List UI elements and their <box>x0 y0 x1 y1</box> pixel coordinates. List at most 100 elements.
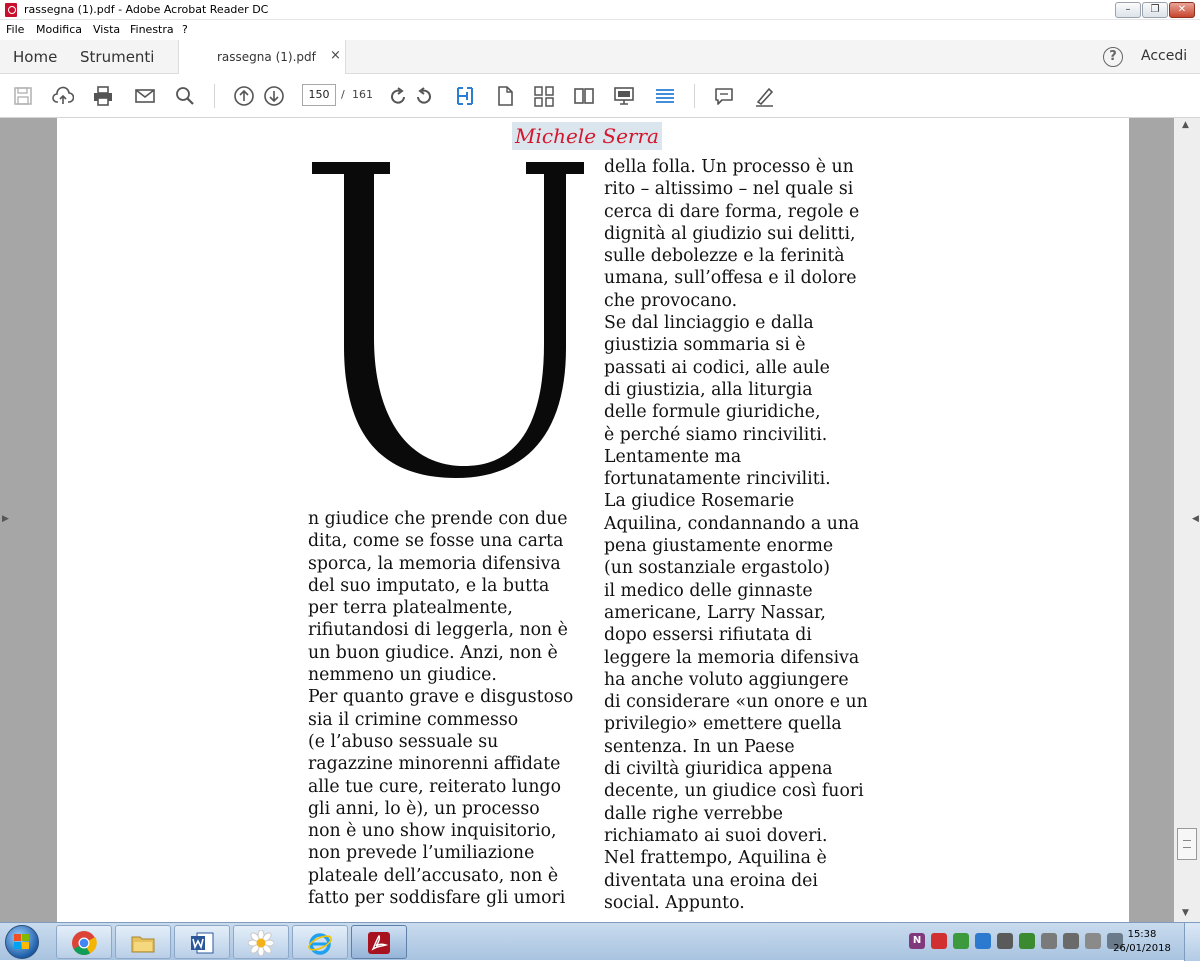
taskbar-internet-explorer[interactable] <box>292 925 348 959</box>
article-line-right: Aquilina, condannando a una <box>604 513 860 534</box>
taskbar-explorer[interactable] <box>115 925 171 959</box>
tab-tools[interactable]: Strumenti <box>80 48 154 66</box>
explorer-folder-icon <box>131 936 155 953</box>
system-clock[interactable]: 15:38 26/01/2018 <box>1112 928 1172 956</box>
menu-modifica[interactable]: Modifica <box>36 23 82 36</box>
comment-icon[interactable] <box>713 85 735 107</box>
network-tray-icon[interactable] <box>953 933 969 949</box>
menu-finestra[interactable]: Finestra <box>130 23 174 36</box>
pdf-page: Michele Serra n giudice che prende con d… <box>57 118 1129 922</box>
menu-vista[interactable]: Vista <box>93 23 120 36</box>
article-line-right: fortunatamente rinciviliti. <box>604 469 831 490</box>
article-line-right: La giudice Rosemarie <box>604 491 795 512</box>
vertical-scrollbar[interactable]: ▲ ◀ ▼ <box>1174 118 1200 922</box>
chrome-icon <box>72 931 97 956</box>
document-area[interactable]: ▶ Michele Serra n giudice che prende con… <box>0 118 1200 922</box>
article-line-left: non prevede l’umiliazione <box>308 843 535 864</box>
article-line-right: di civiltà giuridica appena <box>604 759 833 780</box>
rotate-clockwise-icon[interactable] <box>387 85 409 107</box>
article-line-right: delle formule giuridiche, <box>604 402 821 423</box>
taskbar-daisy-app[interactable] <box>233 925 289 959</box>
security-tray-icon[interactable] <box>975 933 991 949</box>
word-icon <box>191 932 214 954</box>
scrollbar-thumb[interactable] <box>1177 828 1197 860</box>
article-line-right: americane, Larry Nassar, <box>604 602 826 623</box>
article-line-right: il medico delle ginnaste <box>604 580 813 601</box>
presentation-icon[interactable] <box>613 85 635 107</box>
page-down-icon[interactable] <box>263 85 285 107</box>
article-line-left: fatto per soddisfare gli umori <box>308 888 566 909</box>
maximize-button[interactable]: ❐ <box>1142 2 1168 18</box>
help-button[interactable]: ? <box>1103 47 1123 67</box>
menu-file[interactable]: File <box>6 23 24 36</box>
page-number-input[interactable]: 150 <box>302 84 336 106</box>
taskbar-acrobat[interactable] <box>351 925 407 959</box>
scroll-up-icon[interactable]: ▲ <box>1182 120 1189 130</box>
left-panel-toggle-icon[interactable]: ▶ <box>2 514 9 524</box>
acrobat-app-icon <box>5 3 17 17</box>
select-tool-icon[interactable] <box>454 85 476 107</box>
right-panel-toggle-icon[interactable]: ◀ <box>1192 514 1199 524</box>
article-line-left: dita, come se fosse una carta <box>308 531 564 552</box>
acrobat-tray-icon[interactable] <box>931 933 947 949</box>
sign-in-button[interactable]: Accedi <box>1141 48 1187 64</box>
article-line-left: per terra platealmente, <box>308 598 513 619</box>
article-line-left: alle tue cure, reiterato lungo <box>308 776 561 797</box>
tab-close-button[interactable]: × <box>330 48 341 63</box>
status-tray-icon[interactable] <box>1019 933 1035 949</box>
article-line-right: pena giustamente enorme <box>604 536 834 557</box>
scroll-mode-icon[interactable] <box>654 85 676 107</box>
two-page-view-icon[interactable] <box>573 85 595 107</box>
flag-tray-icon[interactable] <box>1085 933 1101 949</box>
search-icon[interactable] <box>174 85 196 107</box>
tab-document[interactable]: rassegna (1).pdf × <box>178 40 346 74</box>
save-icon[interactable] <box>12 85 34 107</box>
tab-home[interactable]: Home <box>13 48 57 66</box>
article-line-right: dignità al giudizio sui delitti, <box>604 223 856 244</box>
internet-explorer-icon <box>308 933 332 955</box>
taskbar-chrome[interactable] <box>56 925 112 959</box>
tab-bar: Home Strumenti rassegna (1).pdf × ? Acce… <box>0 40 1200 74</box>
article-line-left: sporca, la memoria difensiva <box>308 553 561 574</box>
drop-cap <box>312 148 584 478</box>
start-button[interactable] <box>2 924 42 960</box>
volume-tray-icon[interactable] <box>1041 933 1057 949</box>
article-line-right: Se dal linciaggio e dalla <box>604 313 814 334</box>
article-line-right: Lentamente ma <box>604 446 742 467</box>
total-pages: 161 <box>352 88 373 101</box>
upload-cloud-icon[interactable] <box>52 85 75 107</box>
sign-icon[interactable] <box>753 85 775 107</box>
taskbar-word[interactable] <box>174 925 230 959</box>
print-icon[interactable] <box>92 85 114 107</box>
app-tray-icon[interactable] <box>997 933 1013 949</box>
article-line-right: Nel frattempo, Aquilina è <box>604 848 827 869</box>
article-line-right: umana, sull’offesa e il dolore <box>604 268 857 289</box>
article-line-right: passati ai codici, alle aule <box>604 357 830 378</box>
scroll-down-icon[interactable]: ▼ <box>1182 908 1189 918</box>
article-line-right: sentenza. In un Paese <box>604 736 795 757</box>
article-line-left: Per quanto grave e disgustoso <box>308 687 574 708</box>
rotate-counterclockwise-icon[interactable] <box>413 85 435 107</box>
article-line-right: è perché siamo rinciviliti. <box>604 424 828 445</box>
mail-icon[interactable] <box>134 85 156 107</box>
two-page-scroll-icon[interactable] <box>533 85 555 107</box>
article-line-right: ha anche voluto aggiungere <box>604 669 849 690</box>
clock-date: 26/01/2018 <box>1113 943 1171 954</box>
menu-help[interactable]: ? <box>182 23 188 36</box>
signal-tray-icon[interactable] <box>1063 933 1079 949</box>
toolbar-separator <box>694 84 695 108</box>
page-up-icon[interactable] <box>233 85 255 107</box>
article-line-right: sulle debolezze e la ferinità <box>604 246 845 267</box>
show-desktop-button[interactable] <box>1184 923 1200 961</box>
page-separator: / <box>341 88 345 101</box>
minimize-button[interactable]: – <box>1115 2 1141 18</box>
window-title: rassegna (1).pdf - Adobe Acrobat Reader … <box>24 3 269 16</box>
article-line-right: decente, un giudice così fuori <box>604 781 864 802</box>
close-window-button[interactable]: ✕ <box>1169 2 1195 18</box>
daisy-app-icon <box>248 930 274 956</box>
article-line-left: del suo imputato, e la butta <box>308 575 550 596</box>
article-line-left: ragazzine minorenni affidate <box>308 754 561 775</box>
page-view-icon[interactable] <box>494 85 516 107</box>
onenote-tray-icon[interactable]: N <box>909 933 925 949</box>
article-line-right: della folla. Un processo è un <box>604 157 854 177</box>
